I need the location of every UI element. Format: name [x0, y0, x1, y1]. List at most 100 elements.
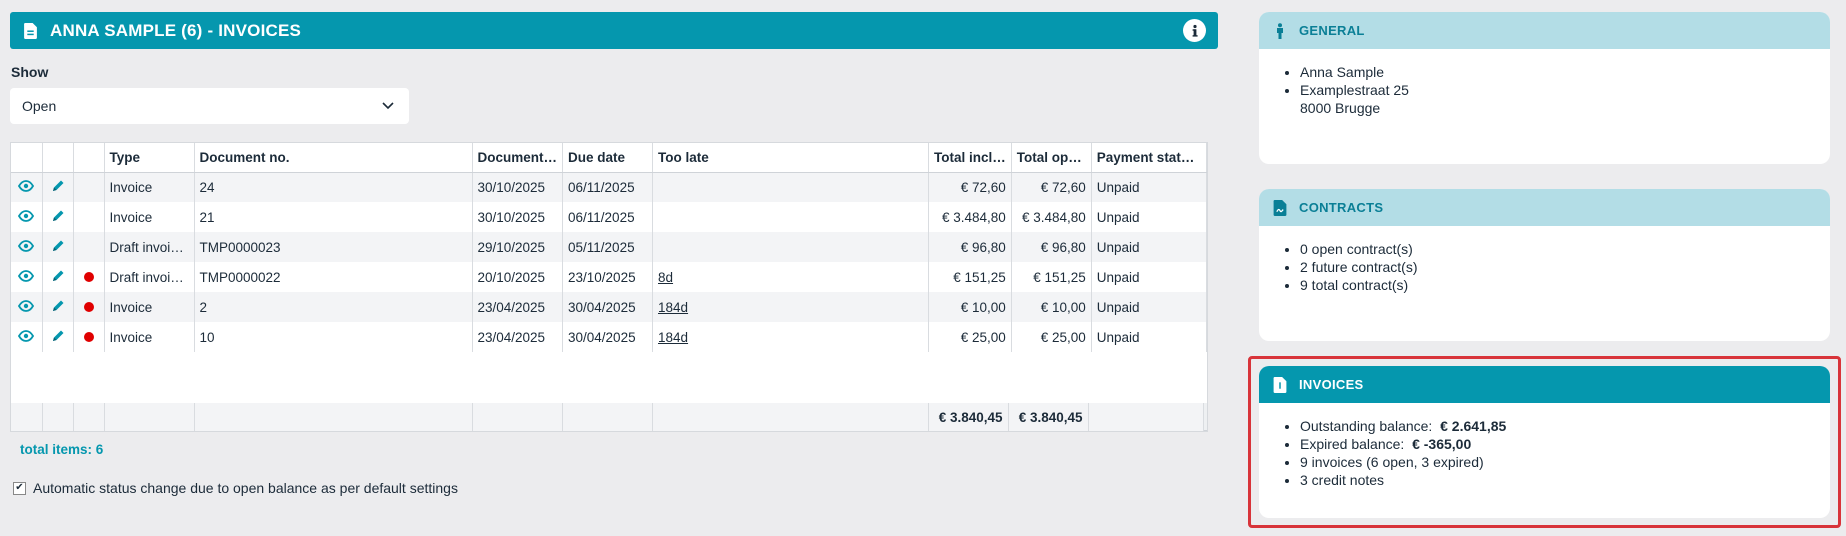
table-row[interactable]: Invoice 24 30/10/2025 06/11/2025 € 72,60 € 72…	[11, 172, 1207, 202]
invoices-table: Type Document no. Document… Due date Too…	[10, 142, 1208, 432]
cell-total-open: € 10,00	[1011, 292, 1092, 322]
col-document-date[interactable]: Document…	[472, 143, 564, 173]
view-icon[interactable]	[11, 322, 43, 352]
edit-icon[interactable]	[42, 172, 74, 202]
list-item: 0 open contract(s)	[1300, 240, 1830, 258]
general-panel-title: GENERAL	[1299, 23, 1365, 38]
cell-total-open: € 72,60	[1011, 172, 1092, 202]
table-row[interactable]: Draft invoi… TMP0000023 29/10/2025 05/11/20…	[11, 232, 1207, 262]
contracts-panel-header: CONTRACTS	[1259, 189, 1830, 226]
cell-type: Invoice	[104, 202, 195, 232]
cell-payment-status: Unpaid	[1091, 172, 1207, 202]
col-due-date[interactable]: Due date	[562, 143, 654, 173]
col-edit	[42, 143, 74, 173]
view-icon[interactable]	[11, 292, 43, 322]
col-document-no[interactable]: Document no.	[194, 143, 473, 173]
contract-icon	[1273, 199, 1287, 216]
empty-filler-row	[11, 352, 1207, 401]
cell-type: Invoice	[104, 172, 195, 202]
document-icon	[24, 22, 37, 39]
table-header-row: Type Document no. Document… Due date Too…	[11, 143, 1207, 173]
auto-status-option: ✔ Automatic status change due to open ba…	[13, 480, 458, 496]
cell-due-date: 06/11/2025	[562, 202, 654, 232]
cell-total-incl: € 151,25	[928, 262, 1012, 292]
cell-type: Invoice	[104, 292, 195, 322]
cell-total-open: € 96,80	[1011, 232, 1092, 262]
table-row[interactable]: Draft invoi… TMP0000022 20/10/2025 23/10/20…	[11, 262, 1207, 292]
edit-icon[interactable]	[42, 262, 74, 292]
too-late-link[interactable]: 184d	[658, 300, 688, 315]
cell-due-date: 30/04/2025	[562, 292, 654, 322]
overdue-dot-icon	[73, 232, 105, 262]
cell-total-incl: € 72,60	[928, 172, 1012, 202]
col-total-incl[interactable]: Total incl…	[928, 143, 1012, 173]
contracts-info-list: 0 open contract(s) 2 future contract(s) …	[1300, 240, 1830, 294]
list-item: 9 total contract(s)	[1300, 276, 1830, 294]
cell-payment-status: Unpaid	[1091, 262, 1207, 292]
cell-too-late[interactable]	[652, 202, 930, 232]
table-row[interactable]: Invoice 21 30/10/2025 06/11/2025 € 3.484,80 €…	[11, 202, 1207, 232]
edit-icon[interactable]	[42, 232, 74, 262]
cell-payment-status: Unpaid	[1091, 202, 1207, 232]
overdue-dot-icon	[73, 292, 105, 322]
overdue-dot-icon	[73, 202, 105, 232]
general-panel: GENERAL Anna Sample Examplestraat 258000…	[1259, 12, 1830, 164]
contracts-panel-title: CONTRACTS	[1299, 200, 1384, 215]
col-dot	[73, 143, 105, 173]
cell-document-no: TMP0000022	[194, 262, 473, 292]
chevron-down-icon	[382, 102, 394, 110]
view-icon[interactable]	[11, 232, 43, 262]
overdue-dot-icon	[73, 172, 105, 202]
col-type[interactable]: Type	[104, 143, 195, 173]
cell-total-incl: € 25,00	[928, 322, 1012, 352]
cell-document-no: 2	[194, 292, 473, 322]
edit-icon[interactable]	[42, 292, 74, 322]
page-title: ANNA SAMPLE (6) - INVOICES	[50, 20, 302, 40]
cell-total-open: € 3.484,80	[1011, 202, 1092, 232]
cell-total-incl: € 10,00	[928, 292, 1012, 322]
col-view	[11, 143, 43, 173]
list-item: Examplestraat 258000 Brugge	[1300, 81, 1830, 117]
show-label: Show	[11, 64, 49, 80]
col-total-open[interactable]: Total op…	[1011, 143, 1092, 173]
too-late-link[interactable]: 8d	[658, 270, 673, 285]
list-item: Anna Sample	[1300, 63, 1830, 81]
cell-document-date: 30/10/2025	[472, 202, 564, 232]
view-icon[interactable]	[11, 262, 43, 292]
cell-document-date: 20/10/2025	[472, 262, 564, 292]
too-late-link[interactable]: 184d	[658, 330, 688, 345]
cell-document-no: 10	[194, 322, 473, 352]
table-row[interactable]: Invoice 10 23/04/2025 30/04/2025 184d € 25,00…	[11, 322, 1207, 352]
cell-document-no: 24	[194, 172, 473, 202]
cell-type: Invoice	[104, 322, 195, 352]
view-icon[interactable]	[11, 202, 43, 232]
table-row[interactable]: Invoice 2 23/04/2025 30/04/2025 184d € 10,00 €…	[11, 292, 1207, 322]
cell-too-late[interactable]	[652, 172, 930, 202]
col-payment-status[interactable]: Payment stat…	[1091, 143, 1207, 173]
totals-row: € 3.840,45 € 3.840,45	[11, 403, 1207, 431]
auto-status-checkbox[interactable]: ✔	[13, 481, 26, 495]
cell-too-late[interactable]: 8d	[652, 262, 930, 292]
cell-payment-status: Unpaid	[1091, 232, 1207, 262]
info-icon[interactable]	[1183, 19, 1206, 42]
cell-payment-status: Unpaid	[1091, 322, 1207, 352]
cell-document-date: 29/10/2025	[472, 232, 564, 262]
cell-document-no: 21	[194, 202, 473, 232]
cell-total-open: € 25,00	[1011, 322, 1092, 352]
edit-icon[interactable]	[42, 322, 74, 352]
general-info-list: Anna Sample Examplestraat 258000 Brugge	[1300, 63, 1830, 117]
cell-too-late[interactable]: 184d	[652, 322, 930, 352]
view-icon[interactable]	[11, 172, 43, 202]
show-filter-select[interactable]: Open	[10, 88, 409, 124]
edit-icon[interactable]	[42, 202, 74, 232]
col-too-late[interactable]: Too late	[652, 143, 930, 173]
cell-total-incl: € 3.484,80	[928, 202, 1012, 232]
cell-too-late[interactable]: 184d	[652, 292, 930, 322]
cell-document-date: 23/04/2025	[472, 292, 564, 322]
cell-type: Draft invoi…	[104, 232, 195, 262]
cell-due-date: 30/04/2025	[562, 322, 654, 352]
cell-document-date: 30/10/2025	[472, 172, 564, 202]
invoices-panel-highlight	[1248, 356, 1841, 528]
show-filter-value: Open	[22, 98, 57, 114]
cell-too-late[interactable]	[652, 232, 930, 262]
